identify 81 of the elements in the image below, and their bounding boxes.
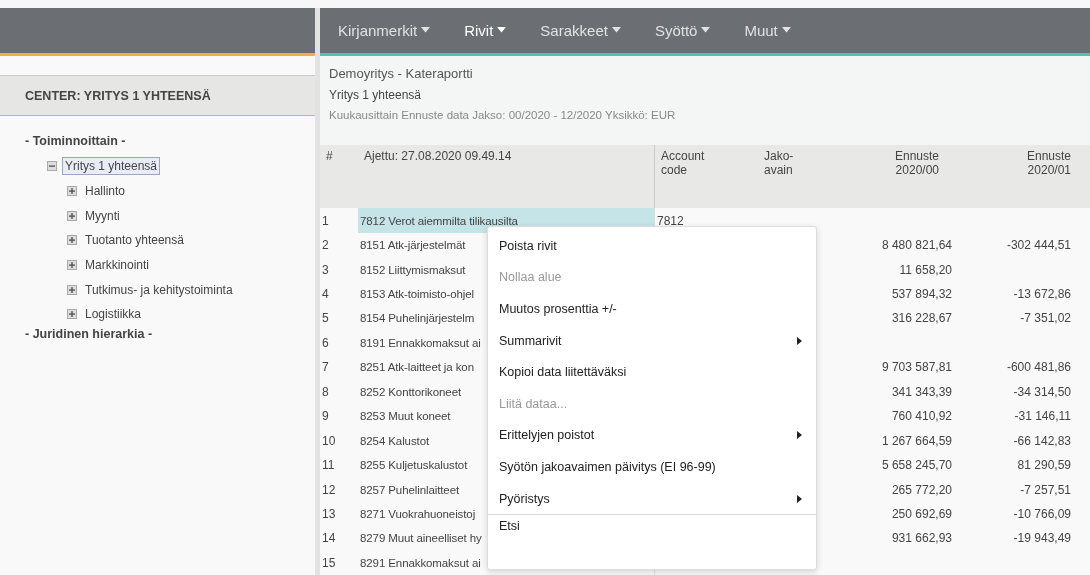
column-header: Account code [660,147,706,179]
group-label[interactable]: - Juridinen hierarkia - [25,326,153,347]
table-cell-text: 537 894,32 [890,286,953,303]
menu-option[interactable]: Etsi [488,514,816,546]
menu-option[interactable]: Summarivit [488,324,816,357]
column-header: # [325,147,334,165]
tree-item[interactable]: Tuotanto yhteensä [82,231,187,250]
caret-icon [421,27,431,34]
group-label[interactable]: - Toiminnoittain - [25,134,126,154]
sidebar-title: CENTER: YRITYS 1 YHTEENSÄ [25,88,211,103]
row-number: 3 [321,261,330,279]
table-cell-text: 316 228,67 [890,310,953,328]
row-number: 2 [321,237,330,255]
table-cell-text: -7 257,51 [1019,481,1072,499]
expand-icon[interactable] [67,260,77,271]
table-cell-text: -600 481,86 [1005,359,1072,377]
expand-icon[interactable] [67,186,77,197]
table-cell-text: 931 662,93 [890,530,953,548]
menu-item[interactable]: Kirjanmerkit [338,21,448,39]
expand-icon[interactable] [67,235,77,246]
collapse-icon[interactable] [47,161,57,172]
row-number: 12 [321,481,337,499]
table-cell-text: 250 692,69 [890,505,953,523]
expand-icon[interactable] [67,284,77,295]
menu-option[interactable]: Poista rivit [488,230,816,262]
tree-item[interactable]: Tutkimus- ja kehitystoiminta [82,280,236,299]
row-number: 7 [321,359,330,377]
menu-item[interactable]: Muut [744,21,808,39]
caret-icon [781,27,791,34]
expand-icon[interactable] [67,309,77,320]
table-cell-text: 9 703 587,81 [880,359,953,377]
table-cell-text: 265 772,20 [890,481,953,499]
row-number: 8 [321,383,330,401]
column-header: Jako- avain [763,147,795,179]
menu-item[interactable]: Sarakkeet [540,21,638,39]
table-cell-text: 1 267 664,59 [880,432,953,450]
menu-item[interactable]: Rivit [464,21,524,39]
tree-item[interactable]: Logistiikka [82,305,145,324]
tree-item[interactable]: Markkinointi [82,256,153,275]
row-number: 1 [321,212,330,230]
report-details: Kuukausittain Ennuste data Jakso: 00/2020 - 12/2020 Yksikkö: EUR [329,108,676,121]
table-cell-text: 341 343,39 [890,383,953,401]
tree-item[interactable]: Yritys 1 yhteensä [62,157,161,176]
table-cell-text: 760 410,92 [890,408,953,426]
menu-item[interactable]: Syöttö [654,21,728,39]
table-cell-text: -13 672,86 [1012,286,1072,303]
row-number: 4 [321,286,330,303]
table-cell-text: -34 314,50 [1012,383,1072,401]
row-number: 9 [321,408,330,426]
row-number: 15 [321,554,337,572]
table-cell-text: 8 480 821,64 [880,237,953,255]
column-header: Ennuste 2020/00 [893,147,940,179]
table-cell-text: 5 658 245,70 [880,457,953,475]
row-number: 6 [321,334,330,352]
report-subtitle: Yritys 1 yhteensä [329,87,422,102]
table-cell-text: -10 766,09 [1012,505,1072,523]
expand-icon[interactable] [67,210,77,221]
table-cell-text: -7 351,02 [1019,310,1072,328]
row-number: 5 [321,310,330,328]
row-number: 14 [321,530,337,548]
tree-item[interactable]: Hallinto [82,182,129,201]
menu-option[interactable]: Erittelyjen poistot [488,419,816,452]
table-cell-text: 81 290,59 [1016,457,1072,475]
row-number: 11 [321,457,336,475]
row-number: 10 [321,432,337,450]
row-number: 13 [321,505,337,523]
menu-option[interactable]: Syötön jakoavaimen päivitys (EI 96-99) [488,451,816,483]
menu-option[interactable]: Muutos prosenttia +/- [488,293,816,325]
table-cell-text: 7812 [656,212,685,230]
column-header: Ennuste 2020/01 [1025,147,1072,179]
caret-icon [611,27,621,34]
table-cell-text: -19 943,49 [1012,530,1072,548]
menu-option[interactable]: Pyöristys [488,482,816,515]
caret-icon [497,27,507,34]
tree-item[interactable]: Myynti [82,206,123,225]
table-cell-text: -31 146,11 [1013,408,1072,426]
table-cell-text: -66 142,83 [1012,432,1072,450]
table-cell-text: 11 658,20 [898,261,953,279]
caret-icon [701,27,711,34]
report-title: Demoyritys - Kateraportti [329,65,473,81]
table-cell-text: -302 444,51 [1005,237,1072,255]
